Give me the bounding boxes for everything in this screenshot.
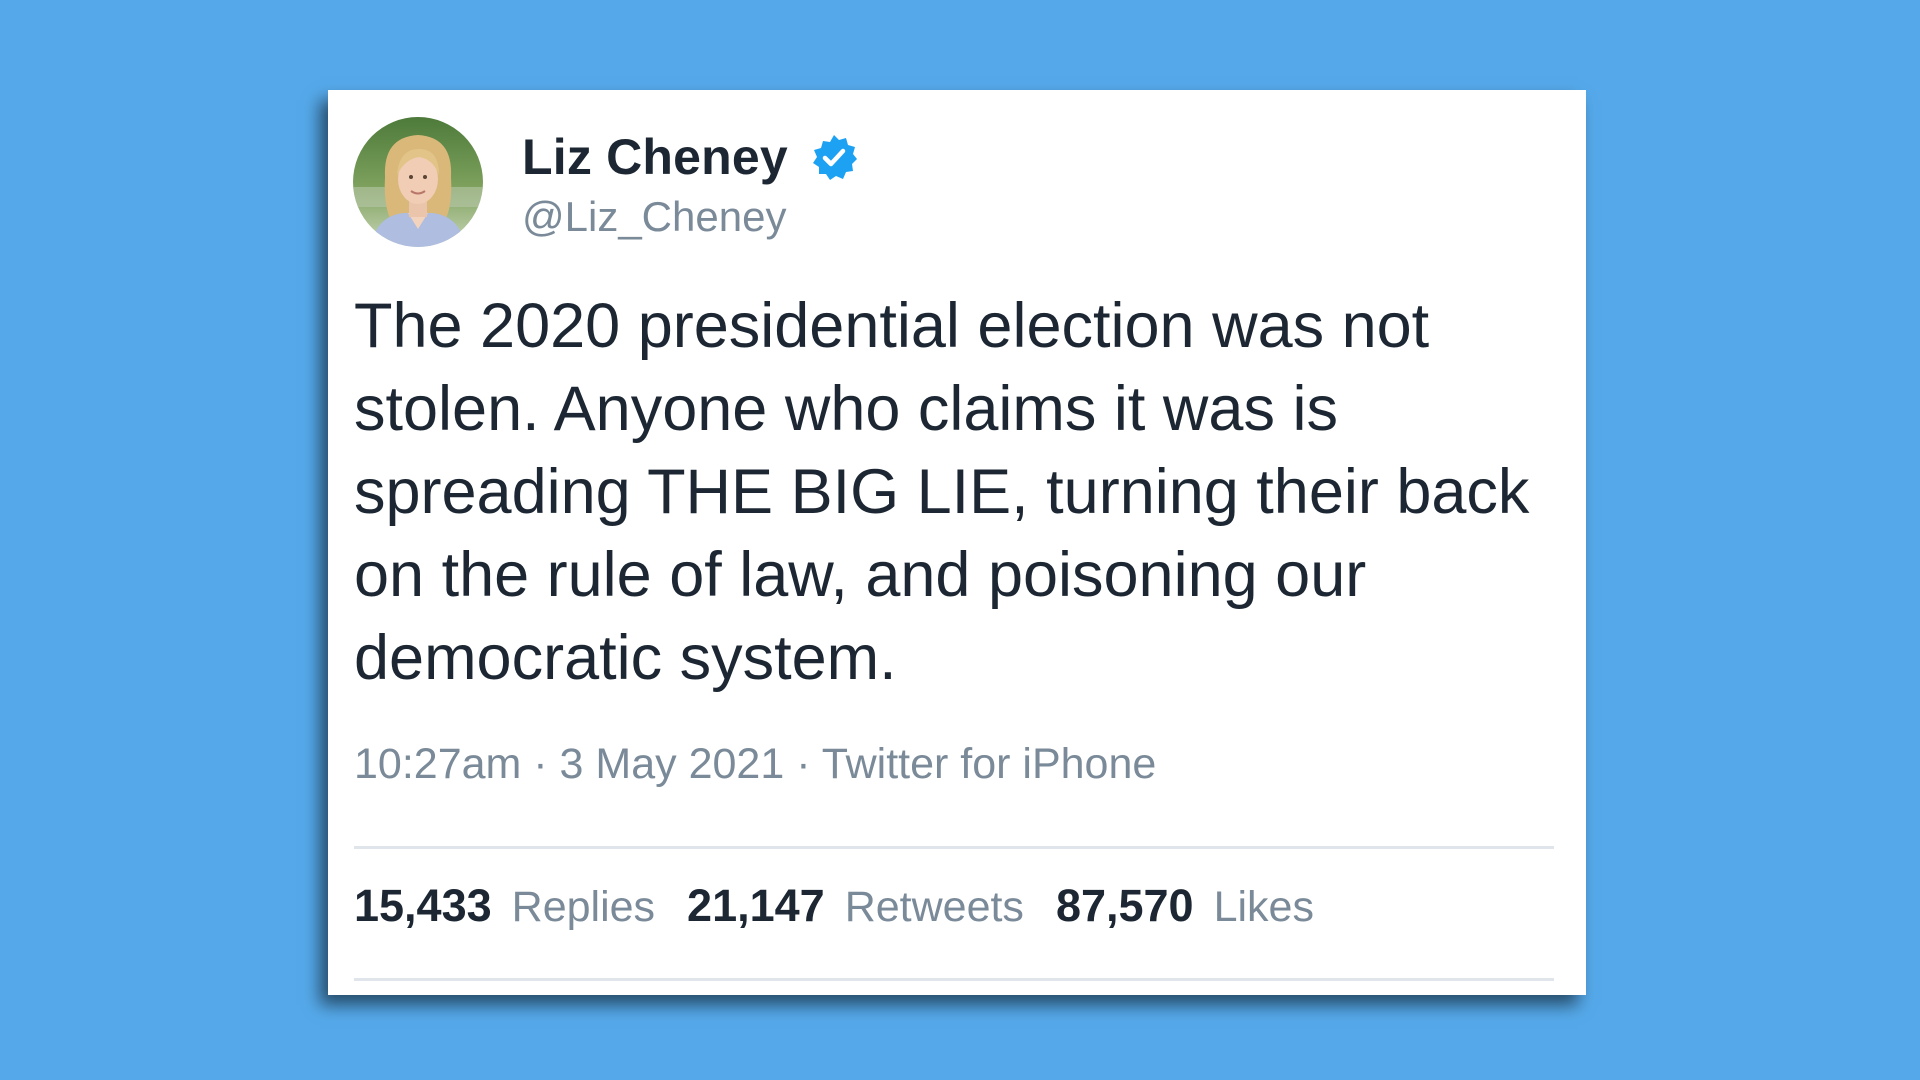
retweets-stat[interactable]: 21,147 Retweets [687, 880, 1024, 932]
author-name-row: Liz Cheney [522, 128, 858, 186]
likes-count: 87,570 [1055, 880, 1194, 931]
author-handle[interactable]: @Liz_Cheney [522, 193, 786, 241]
divider [354, 846, 1554, 849]
replies-label: Replies [511, 883, 656, 931]
tweet-text: The 2020 presidential election was not s… [354, 291, 1530, 693]
avatar-image [353, 117, 483, 247]
tweet-timestamp-source[interactable]: 10:27am · 3 May 2021 · Twitter for iPhon… [354, 740, 1156, 789]
replies-count: 15,433 [354, 880, 492, 931]
verified-badge-icon [810, 133, 858, 181]
engagement-stats: 15,433 Replies 21,147 Retweets 87,570 Li… [354, 880, 1346, 932]
likes-label: Likes [1213, 883, 1314, 931]
replies-stat[interactable]: 15,433 Replies [354, 880, 655, 932]
retweets-label: Retweets [844, 883, 1024, 931]
divider [354, 978, 1554, 981]
retweets-count: 21,147 [687, 880, 825, 931]
tweet-card: Liz Cheney @Liz_Cheney The 2020 presiden… [328, 90, 1586, 995]
author-avatar[interactable] [353, 117, 483, 247]
author-name[interactable]: Liz Cheney [522, 128, 788, 186]
likes-stat[interactable]: 87,570 Likes [1056, 880, 1314, 932]
